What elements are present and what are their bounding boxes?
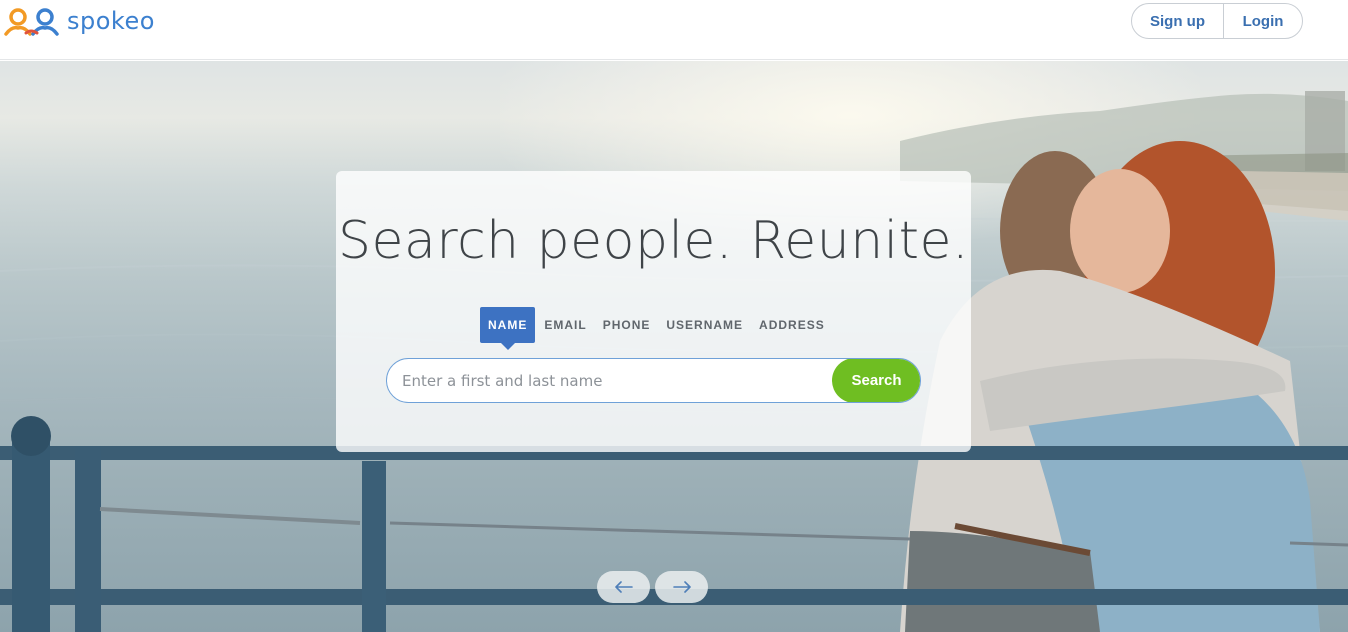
hero-headline: Search people. Reunite. bbox=[337, 211, 970, 271]
arrow-left-icon bbox=[614, 581, 633, 593]
tab-phone[interactable]: PHONE bbox=[595, 307, 659, 343]
site-header: spokeo Sign up Login bbox=[0, 0, 1348, 60]
tab-username[interactable]: USERNAME bbox=[658, 307, 751, 343]
search-button[interactable]: Search bbox=[832, 359, 920, 402]
arrow-right-icon bbox=[672, 581, 691, 593]
tab-email[interactable]: EMAIL bbox=[536, 307, 594, 343]
tab-address[interactable]: ADDRESS bbox=[751, 307, 833, 343]
two-person-logo-icon bbox=[4, 8, 59, 36]
search-card: Search people. Reunite. NAME EMAIL PHONE… bbox=[336, 171, 971, 452]
login-button[interactable]: Login bbox=[1224, 4, 1302, 38]
logo[interactable]: spokeo bbox=[4, 6, 155, 36]
tab-name[interactable]: NAME bbox=[480, 307, 536, 350]
carousel-prev-button[interactable] bbox=[597, 571, 650, 603]
signup-button[interactable]: Sign up bbox=[1132, 4, 1224, 38]
search-input[interactable] bbox=[387, 359, 835, 402]
search-type-tabs: NAME EMAIL PHONE USERNAME ADDRESS bbox=[480, 307, 833, 350]
carousel-next-button[interactable] bbox=[655, 571, 708, 603]
search-bar: Search bbox=[386, 358, 921, 403]
brand-name: spokeo bbox=[67, 7, 155, 35]
auth-buttons: Sign up Login bbox=[1131, 3, 1303, 39]
